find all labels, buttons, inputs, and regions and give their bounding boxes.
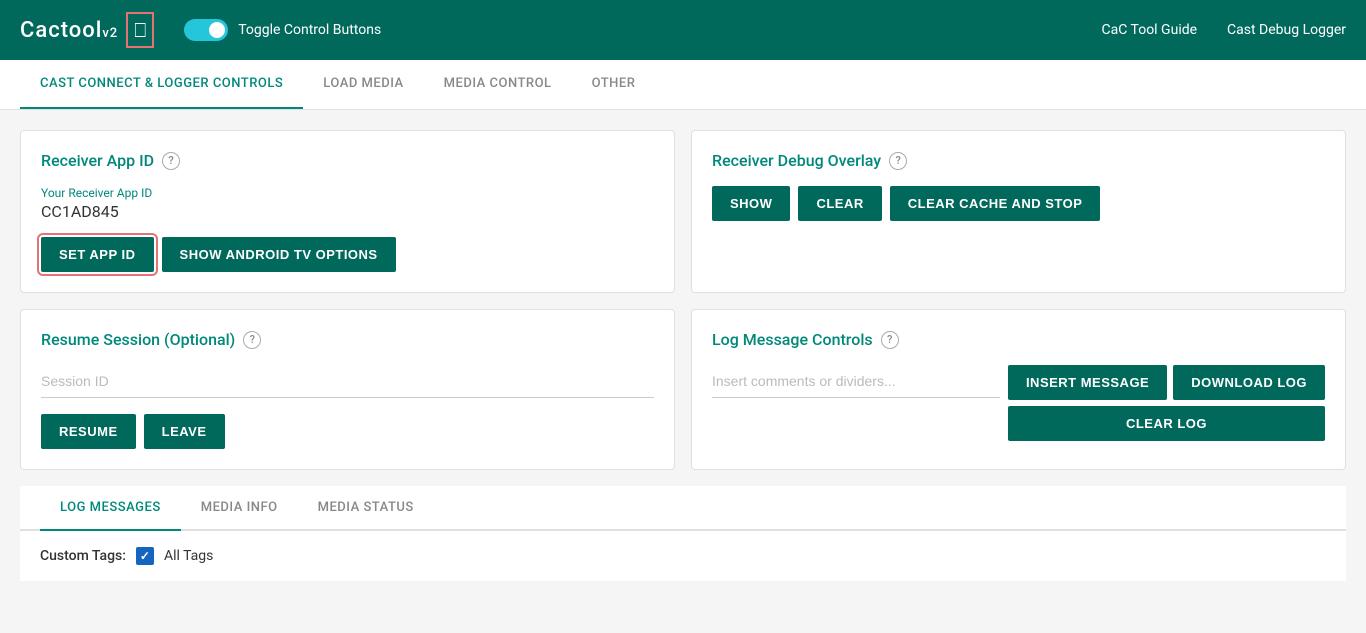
receiver-app-id-title: Receiver App ID ? xyxy=(41,151,654,170)
bottom-tab-log-messages[interactable]: LOG MESSAGES xyxy=(40,486,181,531)
resume-session-title: Resume Session (Optional) ? xyxy=(41,330,654,349)
set-app-id-button[interactable]: SET APP ID xyxy=(41,237,154,272)
receiver-debug-card: Receiver Debug Overlay ? SHOW CLEAR CLEA… xyxy=(691,130,1346,293)
log-controls-row: INSERT MESSAGE DOWNLOAD LOG CLEAR LOG xyxy=(712,365,1325,441)
log-message-title: Log Message Controls ? xyxy=(712,330,1325,349)
leave-button[interactable]: LEAVE xyxy=(144,414,225,449)
logo-area: Cactoolv2 ⎕ xyxy=(20,12,154,48)
tab-media-control[interactable]: MEDIA CONTROL xyxy=(424,60,572,109)
log-message-controls-card: Log Message Controls ? INSERT MESSAGE DO… xyxy=(691,309,1346,470)
toggle-area: Toggle Control Buttons xyxy=(184,19,1101,41)
toggle-label: Toggle Control Buttons xyxy=(238,22,381,38)
receiver-debug-help-icon[interactable]: ? xyxy=(889,152,907,170)
app-header: Cactoolv2 ⎕ Toggle Control Buttons CaC T… xyxy=(0,0,1366,60)
log-buttons: INSERT MESSAGE DOWNLOAD LOG CLEAR LOG xyxy=(1008,365,1325,441)
custom-tags-row: Custom Tags: All Tags xyxy=(20,531,1346,581)
clear-cache-stop-button[interactable]: CLEAR CACHE AND STOP xyxy=(890,186,1101,221)
insert-message-button[interactable]: INSERT MESSAGE xyxy=(1008,365,1167,400)
custom-tags-label: Custom Tags: xyxy=(40,548,126,564)
tab-cast-connect[interactable]: CAST CONNECT & LOGGER CONTROLS xyxy=(20,60,303,109)
log-message-help-icon[interactable]: ? xyxy=(881,331,899,349)
receiver-app-id-help-icon[interactable]: ? xyxy=(162,152,180,170)
show-debug-button[interactable]: SHOW xyxy=(712,186,790,221)
download-log-button[interactable]: DOWNLOAD LOG xyxy=(1173,365,1325,400)
clear-debug-button[interactable]: CLEAR xyxy=(798,186,881,221)
tab-load-media[interactable]: LOAD MEDIA xyxy=(303,60,423,109)
app-id-value: CC1AD845 xyxy=(41,202,654,221)
session-id-input[interactable] xyxy=(41,365,654,398)
bottom-tab-media-status[interactable]: MEDIA STATUS xyxy=(298,486,434,531)
session-buttons: RESUME LEAVE xyxy=(41,414,654,449)
log-comment-input[interactable] xyxy=(712,365,1000,398)
receiver-app-buttons: SET APP ID SHOW ANDROID TV OPTIONS xyxy=(41,237,654,272)
app-id-input-label: Your Receiver App ID xyxy=(41,186,654,200)
cast-debug-logger-link[interactable]: Cast Debug Logger xyxy=(1227,22,1346,38)
cast-icon: ⎕ xyxy=(134,18,146,42)
all-tags-label: All Tags xyxy=(164,548,213,564)
toggle-control-buttons[interactable] xyxy=(184,19,228,41)
resume-button[interactable]: RESUME xyxy=(41,414,136,449)
all-tags-checkbox[interactable] xyxy=(136,547,154,565)
tab-other[interactable]: OTHER xyxy=(572,60,656,109)
resume-session-card: Resume Session (Optional) ? RESUME LEAVE xyxy=(20,309,675,470)
receiver-app-id-card: Receiver App ID ? Your Receiver App ID C… xyxy=(20,130,675,293)
header-links: CaC Tool Guide Cast Debug Logger xyxy=(1102,22,1347,38)
main-content: Receiver App ID ? Your Receiver App ID C… xyxy=(0,110,1366,601)
cac-tool-guide-link[interactable]: CaC Tool Guide xyxy=(1102,22,1198,38)
receiver-debug-title: Receiver Debug Overlay ? xyxy=(712,151,1325,170)
cast-icon-box: ⎕ xyxy=(126,12,154,48)
bottom-tab-media-info[interactable]: MEDIA INFO xyxy=(181,486,298,531)
logo-text: Cactoolv2 xyxy=(20,18,118,43)
show-android-tv-button[interactable]: SHOW ANDROID TV OPTIONS xyxy=(162,237,396,272)
debug-buttons: SHOW CLEAR CLEAR CACHE AND STOP xyxy=(712,186,1325,221)
cards-grid: Receiver App ID ? Your Receiver App ID C… xyxy=(20,130,1346,470)
clear-log-button[interactable]: CLEAR LOG xyxy=(1008,406,1325,441)
bottom-tabs: LOG MESSAGES MEDIA INFO MEDIA STATUS xyxy=(20,486,1346,531)
resume-session-help-icon[interactable]: ? xyxy=(243,331,261,349)
main-tabs: CAST CONNECT & LOGGER CONTROLS LOAD MEDI… xyxy=(0,60,1366,110)
log-buttons-top-row: INSERT MESSAGE DOWNLOAD LOG xyxy=(1008,365,1325,400)
